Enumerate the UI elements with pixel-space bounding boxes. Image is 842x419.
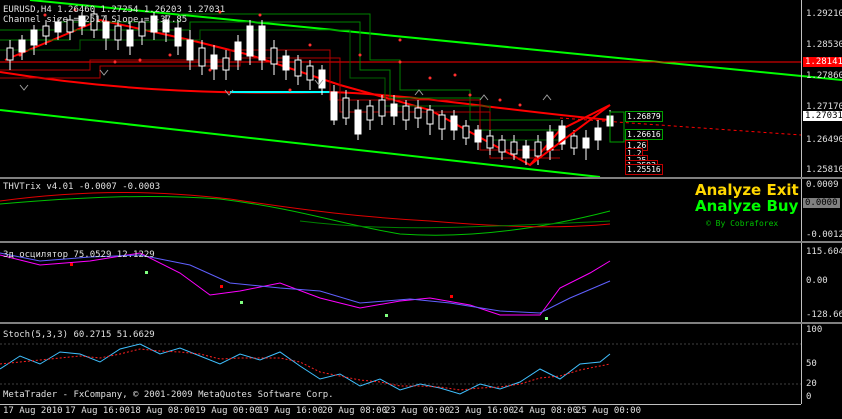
trix-header: THVTrix v4.01 -0.0007 -0.0003 bbox=[3, 182, 161, 192]
time-label-1: 17 Aug 2010 bbox=[3, 406, 63, 416]
time-label-9: 24 Aug 08:00 bbox=[513, 406, 579, 416]
time-label-6: 20 Aug 08:00 bbox=[322, 406, 388, 416]
price-axis-line bbox=[801, 0, 802, 177]
trix-green-line bbox=[0, 196, 611, 236]
osc-label-2: 0.00 bbox=[806, 276, 828, 286]
stochastic-pane[interactable]: Stoch(5,3,3) 60.2715 51.6629 MetaTrader … bbox=[0, 324, 842, 404]
time-label-3: 18 Aug 08:00 bbox=[130, 406, 196, 416]
credit-label: © By Cobraforex bbox=[706, 219, 779, 228]
price-label-2: 1.28530 bbox=[806, 40, 842, 50]
osc-dots bbox=[70, 263, 548, 320]
osc-magenta-line bbox=[0, 252, 611, 316]
osc-blue-line bbox=[0, 252, 611, 314]
stoch-label-100: 100 bbox=[806, 325, 823, 335]
channel-info: Channel size = 2517 Slope = -37.85 bbox=[3, 15, 188, 25]
time-label-2: 17 Aug 16:00 bbox=[65, 406, 131, 416]
time-label-5: 19 Aug 16:00 bbox=[258, 406, 324, 416]
candles bbox=[6, 10, 614, 165]
oscillator-pane[interactable]: Зд осцилятор 75.0529 12.1229 115.604 0.0… bbox=[0, 243, 842, 322]
price-label-6: 1.25810 bbox=[806, 165, 842, 175]
price-label-5: 1.26490 bbox=[806, 135, 842, 145]
price-label-1: 1.29210 bbox=[806, 9, 842, 19]
copyright-footer: MetaTrader - FxCompany, © 2001-2009 Meta… bbox=[3, 390, 334, 400]
stoch-label-0: 0 bbox=[806, 392, 812, 402]
oscillator-header: Зд осцилятор 75.0529 12.1229 bbox=[3, 250, 155, 260]
red-ma-curve bbox=[0, 71, 611, 121]
level-label-1: 1.26879 bbox=[625, 111, 663, 122]
main-chart-canvas bbox=[0, 0, 842, 177]
time-label-7: 23 Aug 00:00 bbox=[385, 406, 451, 416]
time-label-10: 25 Aug 00:00 bbox=[576, 406, 642, 416]
main-chart-pane[interactable]: EURUSD,H4 1.26460 1.27254 1.26203 1.2703… bbox=[0, 0, 842, 177]
main-chart-header: EURUSD,H4 1.26460 1.27254 1.26203 1.2703… bbox=[3, 5, 226, 15]
trix-indicator-pane[interactable]: THVTrix v4.01 -0.0007 -0.0003 Analyze Ex… bbox=[0, 179, 842, 241]
stochastic-header: Stoch(5,3,3) 60.2715 51.6629 bbox=[3, 330, 155, 340]
stoch-main-line bbox=[0, 343, 611, 395]
stoch-label-50: 50 bbox=[806, 359, 817, 369]
trix-label-1: 0.0009 bbox=[806, 180, 839, 190]
trix-value-tag: 0.0000 bbox=[803, 198, 840, 208]
level-label-2: 1.26616 bbox=[625, 129, 663, 140]
price-label-3: 1.27860 bbox=[806, 71, 842, 81]
current-price-tag: 1.27031 bbox=[803, 111, 842, 121]
time-label-8: 23 Aug 16:00 bbox=[449, 406, 515, 416]
trix-label-3: -0.0012 bbox=[806, 230, 842, 240]
time-label-4: 19 Aug 00:00 bbox=[195, 406, 261, 416]
analyze-buy-label: Analyze Buy bbox=[695, 197, 799, 215]
stoch-label-20: 20 bbox=[806, 379, 817, 389]
red-price-tag: 1.28141 bbox=[803, 57, 842, 67]
osc-label-3: -128.664 bbox=[806, 310, 842, 320]
level-label-7: 1.25516 bbox=[625, 164, 663, 175]
osc-label-1: 115.604 bbox=[806, 247, 842, 257]
